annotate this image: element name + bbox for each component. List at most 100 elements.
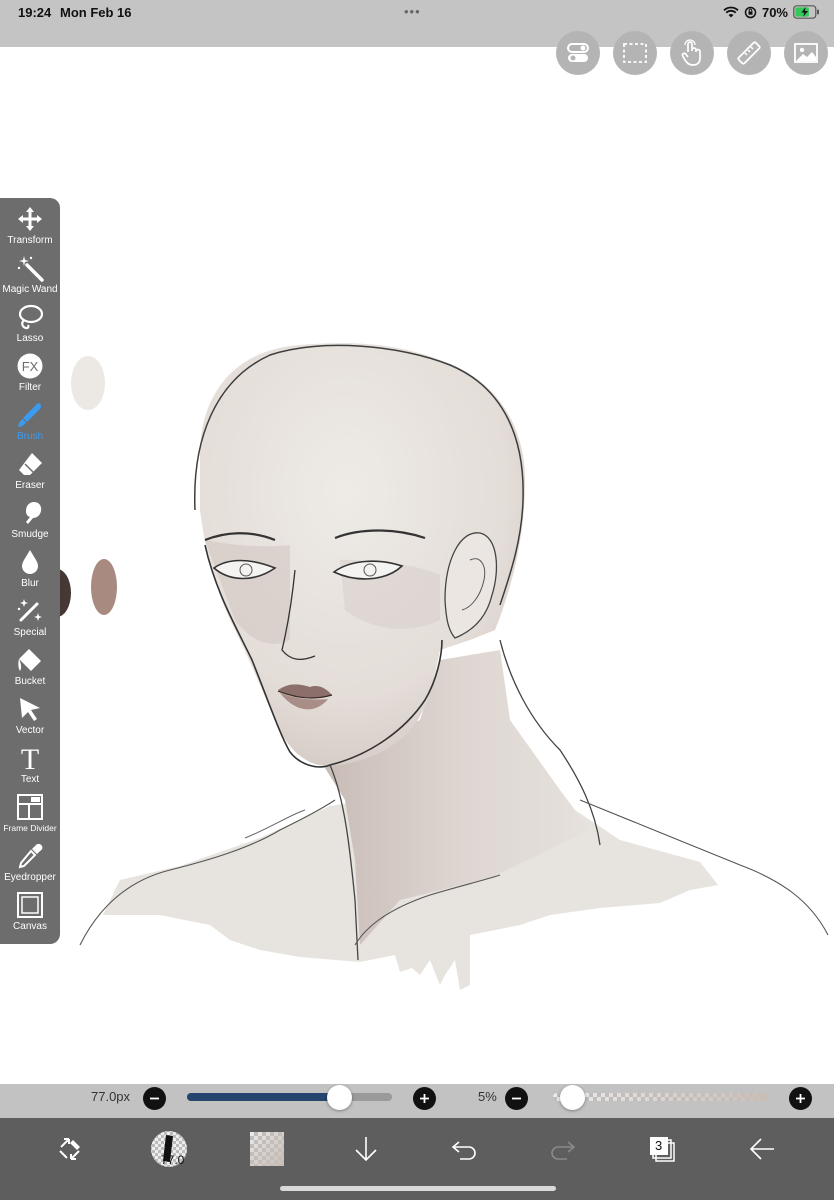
orientation-lock-icon [744, 6, 757, 18]
layers-button[interactable]: 3 [640, 1127, 684, 1171]
tool-label: Bucket [14, 676, 46, 687]
artwork-face-sketch [0, 343, 829, 990]
brush-icon [18, 403, 42, 427]
current-color-swatch [250, 1132, 284, 1166]
tool-label: Filter [18, 382, 42, 393]
lasso-icon [18, 304, 44, 330]
toggle-settings-button[interactable] [556, 31, 600, 75]
tool-lasso[interactable]: Lasso [0, 296, 60, 345]
brush-size-thumb[interactable] [326, 1085, 352, 1110]
tool-frame-divider[interactable]: Frame Divider [0, 786, 60, 835]
color-button[interactable] [245, 1127, 289, 1171]
plus-icon [796, 1094, 805, 1103]
tool-blur[interactable]: Blur [0, 541, 60, 590]
undo-icon [451, 1141, 476, 1160]
cursor-arrow-icon [20, 698, 40, 721]
battery-percent: 70% [761, 4, 788, 20]
brush-size-fill [187, 1093, 339, 1101]
download-button[interactable] [344, 1127, 388, 1171]
redo-icon [551, 1141, 576, 1160]
status-date: Mon Feb 16 [60, 5, 132, 20]
svg-text:T: T [21, 744, 39, 772]
ruler-button[interactable] [727, 31, 771, 75]
back-button[interactable] [740, 1127, 784, 1171]
tool-label: Special [13, 627, 47, 638]
tool-palette: Transform Magic Wand Lasso FX Filter Bru… [0, 198, 60, 944]
opacity-value: 5% [478, 1089, 497, 1104]
multitasking-dots-icon[interactable]: ••• [404, 4, 421, 19]
fx-icon: FX [17, 353, 43, 379]
ruler-icon [737, 41, 761, 65]
canvas-square-icon [17, 892, 43, 918]
tool-label: Vector [15, 725, 45, 736]
minus-icon [512, 1097, 521, 1100]
eyedropper-icon [18, 843, 43, 869]
tool-label: Eraser [15, 480, 45, 491]
ibispaint-screen: 19:24 Mon Feb 16 ••• 70% Transform Magic… [0, 0, 834, 1200]
brush-size-increase-button[interactable] [413, 1087, 436, 1110]
tool-label: Smudge [11, 529, 49, 540]
tool-smudge[interactable]: Smudge [0, 492, 60, 541]
opacity-increase-button[interactable] [789, 1087, 812, 1110]
hand-touch-icon [681, 39, 701, 66]
undo-button[interactable] [442, 1127, 486, 1171]
brush-size-badge: 77.0 [161, 1153, 185, 1167]
selection-button[interactable] [613, 31, 657, 75]
frame-divider-icon [17, 794, 43, 820]
drawing-canvas[interactable] [0, 47, 834, 1084]
toggle-icon [567, 43, 589, 62]
opacity-slider[interactable] [553, 1093, 770, 1101]
status-time: 19:24 [18, 5, 52, 20]
home-indicator [280, 1186, 556, 1191]
opacity-thumb[interactable] [559, 1085, 585, 1110]
tool-label: Magic Wand [2, 284, 58, 295]
tool-filter[interactable]: FX Filter [0, 345, 60, 394]
brush-size-value: 77.0px [91, 1089, 131, 1104]
brush-size-decrease-button[interactable] [143, 1087, 166, 1110]
tool-magic-wand[interactable]: Magic Wand [0, 247, 60, 296]
brush-settings-button[interactable]: 77.0 [147, 1127, 191, 1171]
brush-slider-bar: 77.0px 5% [0, 1084, 834, 1118]
layer-count: 3 [655, 1138, 663, 1153]
tool-vector[interactable]: Vector [0, 688, 60, 737]
tool-canvas[interactable]: Canvas [0, 884, 60, 933]
tool-label: Text [20, 774, 40, 785]
tool-brush[interactable]: Brush [0, 394, 60, 443]
tool-label: Eyedropper [4, 872, 56, 883]
plus-icon [420, 1094, 429, 1103]
tool-label: Blur [21, 578, 39, 589]
brush-size-slider[interactable] [187, 1093, 392, 1101]
tool-bucket[interactable]: Bucket [0, 639, 60, 688]
reference-image-button[interactable] [784, 31, 828, 75]
transform-arrows-icon [59, 1138, 80, 1160]
tool-text[interactable]: T Text [0, 737, 60, 786]
tool-transform[interactable]: Transform [0, 198, 60, 247]
image-icon [794, 43, 818, 63]
droplet-icon [22, 550, 38, 574]
opacity-decrease-button[interactable] [505, 1087, 528, 1110]
redo-button[interactable] [541, 1127, 585, 1171]
battery-charging-icon [793, 5, 819, 19]
status-indicators: 70% [723, 3, 820, 21]
tool-label: Frame Divider [3, 823, 57, 833]
tool-label: Transform [7, 235, 53, 246]
tool-eyedropper[interactable]: Eyedropper [0, 835, 60, 884]
sparkle-wand-icon [17, 599, 42, 622]
tool-special[interactable]: Special [0, 590, 60, 639]
tool-eraser[interactable]: Eraser [0, 443, 60, 492]
minus-icon [150, 1097, 159, 1100]
arrow-down-icon [355, 1137, 377, 1162]
tool-label: Canvas [13, 921, 47, 932]
magic-wand-icon [17, 256, 44, 282]
eraser-icon [19, 453, 42, 475]
arrow-left-icon [749, 1138, 774, 1160]
text-t-icon: T [21, 744, 39, 772]
quick-actions-button[interactable] [48, 1127, 92, 1171]
tool-label: Brush [16, 431, 44, 442]
smudge-icon [26, 502, 42, 524]
move-arrows-icon [18, 207, 42, 231]
gesture-button[interactable] [670, 31, 714, 75]
wifi-icon [723, 6, 739, 18]
bucket-icon [18, 649, 41, 671]
svg-text:FX: FX [22, 359, 39, 374]
